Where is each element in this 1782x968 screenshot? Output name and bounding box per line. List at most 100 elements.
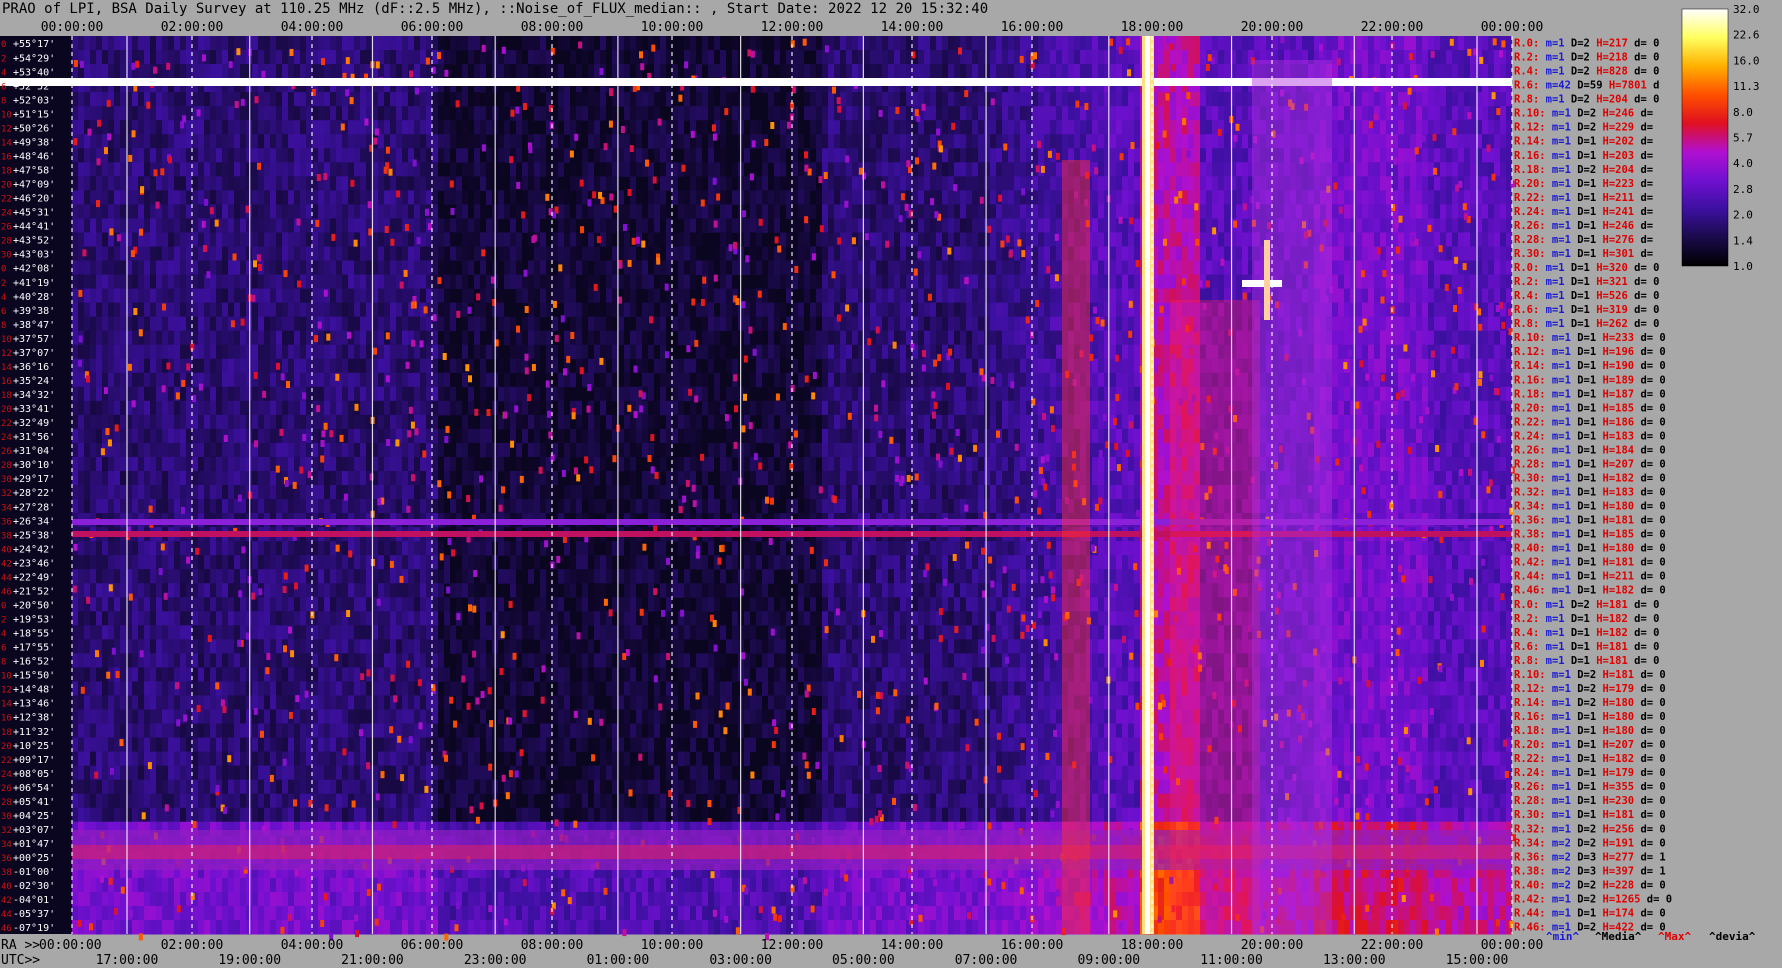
heatmap-cell bbox=[258, 176, 264, 191]
heatmap-cell bbox=[108, 807, 114, 823]
heatmap-cell bbox=[522, 667, 528, 682]
heatmap-cell bbox=[498, 190, 504, 205]
heatmap-cell bbox=[366, 92, 372, 107]
heatmap-cell bbox=[534, 134, 540, 149]
heatmap-cell bbox=[216, 64, 222, 79]
heatmap-cell bbox=[324, 737, 330, 753]
heatmap-cell bbox=[270, 148, 276, 163]
heatmap-cell bbox=[156, 106, 162, 121]
heatmap-cell bbox=[318, 344, 324, 360]
heatmap-cell bbox=[318, 274, 324, 290]
heatmap-cell bbox=[414, 50, 420, 65]
heatmap-cell bbox=[84, 64, 90, 79]
heatmap-cell bbox=[534, 919, 540, 935]
heatmap-cell bbox=[306, 414, 312, 430]
heatmap-cell bbox=[462, 92, 468, 107]
heatmap-cell bbox=[426, 64, 432, 79]
heatmap-cell bbox=[486, 260, 492, 276]
heatmap-cell bbox=[168, 891, 174, 907]
heatmap-cell bbox=[276, 625, 282, 640]
heatmap-cell bbox=[204, 877, 210, 893]
heatmap-cell bbox=[78, 442, 84, 458]
heatmap-cell bbox=[378, 639, 384, 654]
heatmap-cell bbox=[72, 274, 78, 290]
heatmap-cell bbox=[120, 190, 126, 205]
heatmap-cell bbox=[306, 779, 312, 795]
heatmap-cell bbox=[78, 232, 84, 247]
heatmap-cell bbox=[552, 148, 558, 163]
heatmap-cell bbox=[468, 555, 474, 570]
heatmap-cell bbox=[234, 569, 240, 584]
heatmap-cell bbox=[174, 414, 180, 430]
heatmap-cell bbox=[534, 667, 540, 682]
heatmap-cell bbox=[162, 260, 168, 276]
heatmap-cell bbox=[282, 36, 288, 51]
heatmap-cell bbox=[474, 737, 480, 753]
heatmap-cell bbox=[96, 611, 102, 626]
heatmap-cell bbox=[444, 891, 450, 907]
heatmap-cell bbox=[276, 807, 282, 823]
heatmap-cell bbox=[384, 288, 390, 304]
heatmap-cell bbox=[96, 330, 102, 346]
heatmap-cell bbox=[144, 541, 150, 556]
heatmap-cell bbox=[138, 386, 144, 402]
heatmap-cell bbox=[102, 807, 108, 823]
heatmap-cell bbox=[294, 667, 300, 682]
heatmap-cell bbox=[354, 765, 360, 781]
heatmap-cell bbox=[318, 695, 324, 710]
heatmap-cell bbox=[534, 555, 540, 570]
heatmap-cell bbox=[240, 667, 246, 682]
heatmap-cell bbox=[540, 190, 546, 205]
heatmap-cell bbox=[198, 877, 204, 893]
heatmap-cell bbox=[198, 162, 204, 177]
heatmap-cell bbox=[84, 204, 90, 219]
heatmap-cell bbox=[276, 414, 282, 430]
heatmap-cell bbox=[192, 723, 198, 739]
heatmap-cell bbox=[558, 499, 564, 514]
heatmap-cell bbox=[342, 358, 348, 374]
heatmap-cell bbox=[264, 625, 270, 640]
heatmap-cell bbox=[510, 218, 516, 233]
heatmap-cell bbox=[342, 36, 348, 51]
heatmap-cell bbox=[396, 204, 402, 219]
heatmap-cell bbox=[150, 905, 156, 921]
heatmap-cell bbox=[462, 877, 468, 893]
heatmap-cell bbox=[336, 288, 342, 304]
heatmap-cell bbox=[486, 583, 492, 598]
heatmap-cell bbox=[474, 625, 480, 640]
heatmap-cell bbox=[510, 344, 516, 360]
heatmap-cell bbox=[426, 400, 432, 416]
heatmap-cell bbox=[72, 499, 78, 514]
heatmap-cell bbox=[498, 681, 504, 696]
heatmap-cell bbox=[420, 625, 426, 640]
heatmap-cell bbox=[312, 653, 318, 668]
heatmap-cell bbox=[468, 442, 474, 458]
heatmap-cell bbox=[354, 36, 360, 51]
heatmap-cell bbox=[96, 428, 102, 444]
heatmap-cell bbox=[294, 358, 300, 374]
heatmap-cell bbox=[186, 779, 192, 795]
heatmap-cell bbox=[558, 400, 564, 416]
heatmap-cell bbox=[228, 625, 234, 640]
heatmap-cell bbox=[450, 793, 456, 809]
heatmap-cell bbox=[84, 260, 90, 276]
heatmap-cell bbox=[282, 499, 288, 514]
heatmap-cell bbox=[72, 597, 78, 612]
heatmap-cell bbox=[150, 807, 156, 823]
heatmap-cell bbox=[258, 36, 264, 51]
heatmap-cell bbox=[132, 751, 138, 767]
heatmap-cell bbox=[276, 695, 282, 710]
heatmap-cell bbox=[444, 456, 450, 472]
heatmap-cell bbox=[168, 499, 174, 514]
heatmap-cell bbox=[444, 316, 450, 332]
heatmap-cell bbox=[312, 50, 318, 65]
heatmap-cell bbox=[234, 625, 240, 640]
heatmap-cell bbox=[432, 428, 438, 444]
heatmap-cell bbox=[438, 779, 444, 795]
heatmap-cell bbox=[552, 232, 558, 247]
heatmap-cell bbox=[384, 891, 390, 907]
heatmap-cell bbox=[114, 695, 120, 710]
heatmap-cell bbox=[336, 414, 342, 430]
heatmap-cell bbox=[180, 414, 186, 430]
heatmap-cell bbox=[90, 779, 96, 795]
